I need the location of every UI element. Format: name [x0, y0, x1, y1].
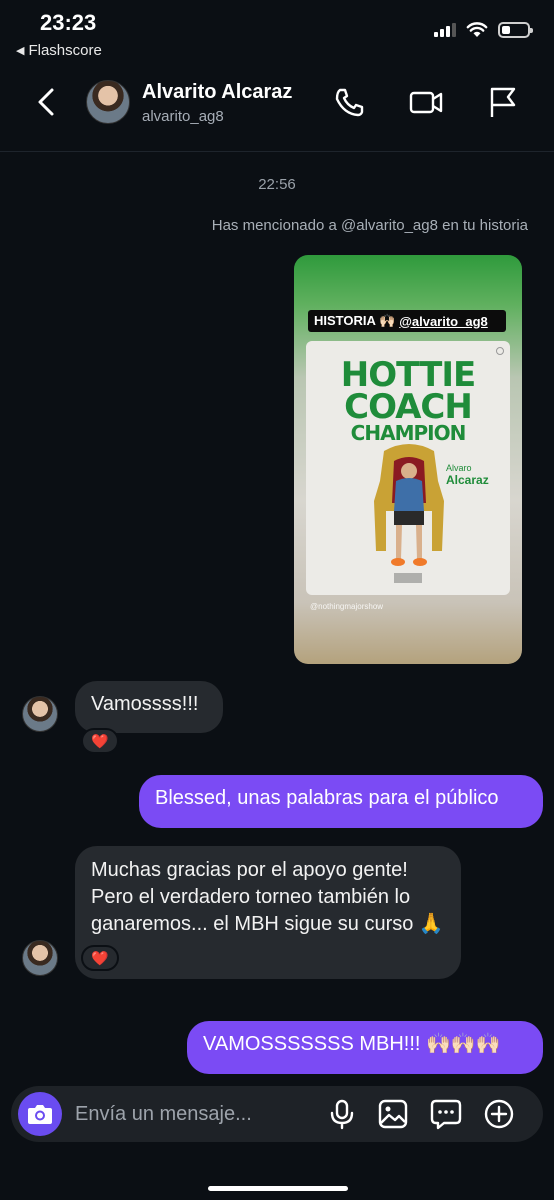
- heart-reaction-icon[interactable]: ❤️: [81, 945, 119, 971]
- contact-avatar[interactable]: [86, 80, 130, 124]
- chat-header: Alvarito Alcaraz alvarito_ag8: [0, 64, 554, 152]
- video-call-icon[interactable]: [408, 84, 444, 120]
- report-flag-icon[interactable]: [484, 84, 520, 120]
- battery-icon: [498, 22, 533, 38]
- message-composer: [11, 1086, 543, 1142]
- back-arrow-icon[interactable]: [30, 84, 66, 120]
- camera-icon: [28, 1105, 52, 1124]
- sticker-chat-icon[interactable]: [430, 1098, 462, 1130]
- message-timestamp: 22:56: [258, 176, 296, 193]
- message-text: VAMOSSSSSSS MBH!!! 🙌🏻🙌🏻🙌🏻: [203, 1033, 501, 1055]
- home-indicator[interactable]: [208, 1186, 348, 1191]
- story-credit: @nothingmajorshow: [310, 602, 384, 611]
- microphone-icon[interactable]: [326, 1098, 358, 1130]
- back-triangle-icon: ◀: [16, 45, 25, 57]
- gallery-icon[interactable]: [377, 1098, 409, 1130]
- story-label-text: HISTORIA 🙌🏻: [314, 313, 396, 328]
- back-to-app-link[interactable]: ◀ Flashscore: [16, 42, 102, 59]
- poster-name-first: Alvaro: [446, 463, 472, 473]
- throne-figure-image: [374, 444, 444, 566]
- story-poster-image: HOTTIE COACH CHAMPION Alvaro Alcaraz: [306, 341, 510, 595]
- message-input[interactable]: [75, 1100, 315, 1128]
- phone-call-icon[interactable]: [332, 84, 368, 120]
- story-label: HISTORIA 🙌🏻 @alvarito_ag8: [308, 310, 506, 332]
- sender-avatar[interactable]: [22, 696, 58, 732]
- message-bubble-outgoing[interactable]: VAMOSSSSSSS MBH!!! 🙌🏻🙌🏻🙌🏻: [187, 1021, 543, 1074]
- message-bubble-incoming[interactable]: Muchas gracias por el apoyo gente! Pero …: [75, 846, 461, 979]
- back-app-label: Flashscore: [28, 42, 102, 59]
- poster-logo: [394, 573, 422, 583]
- message-text: Blessed, unas palabras para el público: [155, 787, 499, 809]
- message-text: Muchas gracias por el apoyo gente! Pero …: [91, 859, 444, 935]
- poster-name-last: Alcaraz: [446, 473, 489, 487]
- status-bar: 23:23 ◀ Flashscore: [0, 0, 554, 64]
- message-bubble-incoming[interactable]: Vamossss!!!: [75, 681, 223, 733]
- story-label-tag: @alvarito_ag8: [399, 313, 488, 329]
- cellular-signal-icon: [434, 23, 456, 37]
- message-bubble-outgoing[interactable]: Blessed, unas palabras para el público: [139, 775, 543, 828]
- camera-button[interactable]: [18, 1092, 62, 1136]
- status-time: 23:23: [40, 10, 97, 35]
- story-dot-icon: [496, 347, 504, 355]
- story-preview[interactable]: HISTORIA 🙌🏻 @alvarito_ag8 HOTTIE COACH C…: [294, 255, 522, 664]
- story-mention-notice: Has mencionado a @alvarito_ag8 en tu his…: [211, 217, 528, 234]
- contact-handle[interactable]: alvarito_ag8: [142, 108, 224, 125]
- heart-reaction-icon[interactable]: ❤️: [81, 728, 119, 754]
- wifi-icon: [466, 22, 488, 37]
- sender-avatar[interactable]: [22, 940, 58, 976]
- contact-name[interactable]: Alvarito Alcaraz: [142, 81, 292, 104]
- status-icons: [434, 22, 533, 38]
- message-text: Vamossss!!!: [91, 693, 199, 715]
- add-plus-icon[interactable]: [483, 1098, 515, 1130]
